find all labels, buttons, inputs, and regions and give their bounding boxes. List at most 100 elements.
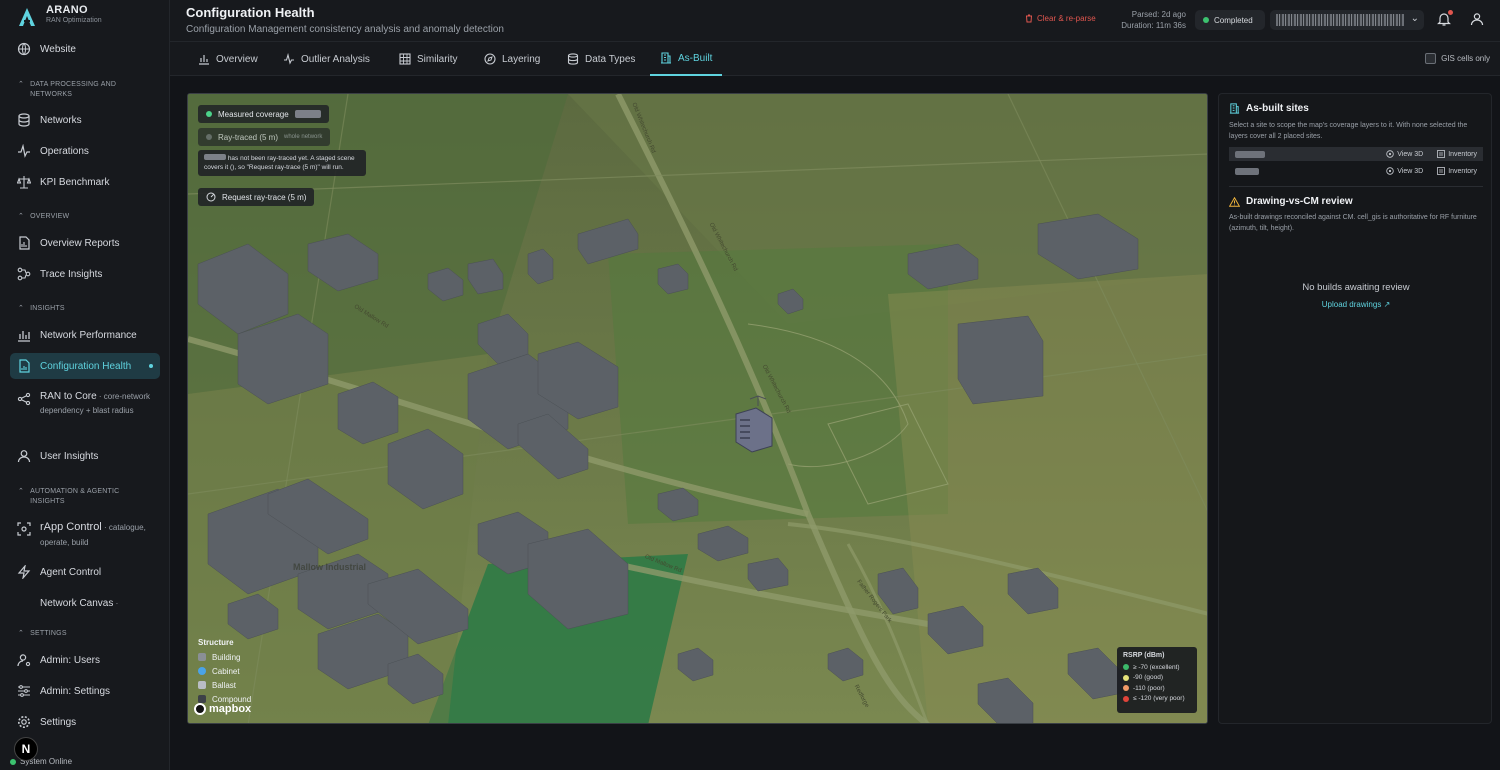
request-label: Request ray-trace (5 m) — [222, 192, 307, 202]
rsrp-title: RSRP (dBm) — [1123, 652, 1165, 659]
status-label: Completed — [1214, 15, 1253, 25]
legend-swatch — [198, 681, 206, 689]
sidebar-item-network-performance[interactable]: Network Performance — [10, 322, 160, 348]
gis-cells-only-toggle[interactable]: GIS cells only — [1425, 53, 1490, 64]
tab-layering[interactable]: Layering — [484, 42, 540, 76]
layer-ray-traced[interactable]: Ray-traced (5 m) whole network — [198, 128, 331, 146]
sidebar-item-ran-to-core[interactable]: RAN to Core · core-network dependency + … — [10, 390, 160, 418]
dataset-selector[interactable]: ⌄ — [1270, 10, 1424, 30]
n-badge[interactable]: N — [14, 737, 38, 761]
sidebar-item-settings[interactable]: Settings — [10, 709, 160, 735]
empty-state: No builds awaiting review — [1302, 282, 1410, 293]
legend-swatch — [198, 667, 206, 675]
sidebar-item-user-insights[interactable]: User Insights — [10, 443, 160, 469]
redacted-value — [1276, 14, 1404, 26]
sidebar-item-kpi-benchmark[interactable]: KPI Benchmark — [10, 169, 160, 195]
inventory-label: Inventory — [1448, 167, 1477, 175]
tab-data-types[interactable]: Data Types — [567, 42, 635, 76]
structure-legend: Structure Building Cabinet Ballast Compo… — [198, 638, 251, 706]
note-text: has not been ray-traced yet. A staged sc… — [204, 155, 355, 171]
clear-reparse-button[interactable]: Clear & re-parse — [1025, 14, 1096, 23]
user-account-icon[interactable] — [1470, 12, 1484, 26]
brand[interactable]: ARANO RAN Optimization — [16, 4, 102, 28]
sidebar-item-hint: · — [113, 598, 119, 608]
layer-label: Measured coverage — [218, 109, 289, 119]
view-3d-button[interactable]: View 3D — [1386, 167, 1423, 175]
layer-label: Ray-traced (5 m) — [218, 132, 279, 142]
sidebar-item-label: RAN to Core — [40, 391, 97, 402]
tab-outlier-analysis[interactable]: Outlier Analysis — [283, 42, 370, 76]
grid-icon — [399, 53, 411, 65]
user-cog-icon — [17, 654, 31, 667]
sidebar-item-overview-reports[interactable]: Overview Reports — [10, 230, 160, 256]
rsrp-swatch — [1123, 685, 1129, 692]
section-data-processing[interactable]: ⌃ DATA PROCESSING AND NETWORKS — [18, 80, 130, 100]
sidebar-item-trace-insights[interactable]: Trace Insights — [10, 261, 160, 287]
eye-icon — [1386, 167, 1394, 175]
sidebar-item-configuration-health[interactable]: Configuration Health — [10, 353, 160, 379]
sidebar: ARANO RAN Optimization Website ⌃ DATA PR… — [0, 0, 170, 770]
compass-icon — [484, 53, 496, 65]
as-built-description: Select a site to scope the map's coverag… — [1229, 122, 1468, 140]
mapbox-logo[interactable]: mapbox — [194, 703, 251, 715]
inventory-label: Inventory — [1448, 150, 1477, 158]
section-overview[interactable]: ⌃ OVERVIEW — [18, 212, 69, 222]
sidebar-item-label: Overview Reports — [40, 237, 120, 249]
tab-overview[interactable]: Overview — [198, 42, 258, 76]
sidebar-item-label: Admin: Settings — [40, 685, 111, 697]
gear-icon — [18, 716, 30, 728]
section-label: AUTOMATION & AGENTIC INSIGHTS — [30, 488, 120, 505]
legend-swatch — [198, 695, 206, 703]
sidebar-item-network-canvas[interactable]: Network Canvas · — [10, 590, 160, 616]
request-ray-trace-button[interactable]: Request ray-trace (5 m) — [198, 188, 315, 206]
section-label: OVERVIEW — [30, 213, 70, 220]
view-3d-button[interactable]: View 3D — [1386, 150, 1423, 158]
rsrp-item: ≥ -70 (excellent) — [1123, 662, 1191, 673]
tab-as-built[interactable]: As-Built — [650, 42, 723, 76]
brand-name: ARANO — [46, 4, 88, 16]
layer-inactive-dot — [206, 134, 212, 140]
activity-icon — [284, 53, 294, 65]
dependency-icon — [17, 392, 31, 406]
coverage-map[interactable]: Old Whitechurch Rd Old Mallow Rd Old Whi… — [187, 93, 1208, 724]
bar-chart-icon — [18, 331, 30, 342]
inventory-button[interactable]: Inventory — [1437, 150, 1477, 158]
user-icon — [17, 450, 31, 463]
tab-similarity[interactable]: Similarity — [399, 42, 458, 76]
tab-label: Overview — [216, 53, 258, 65]
list-icon — [1437, 167, 1446, 175]
layer-active-dot — [206, 111, 212, 117]
page-subtitle: Configuration Management consistency ana… — [186, 24, 504, 35]
sidebar-item-rapp-control[interactable]: rApp Control · catalogue, operate, build — [10, 520, 160, 550]
legend-swatch — [198, 653, 206, 661]
gis-checkbox[interactable] — [1425, 53, 1437, 64]
rsrp-label: -110 (poor) — [1133, 684, 1165, 692]
section-label: DATA PROCESSING AND NETWORKS — [30, 81, 117, 98]
legend-item: Ballast — [198, 678, 251, 692]
sidebar-item-admin-users[interactable]: Admin: Users — [10, 647, 160, 673]
layer-measured-coverage[interactable]: Measured coverage — [198, 105, 329, 123]
section-settings[interactable]: ⌃ SETTINGS — [18, 629, 67, 639]
site-row[interactable]: View 3D Inventory — [1229, 147, 1483, 161]
sidebar-item-label: Agent Control — [40, 566, 102, 578]
warning-icon — [1229, 196, 1240, 207]
ray-trace-note: has not been ray-traced yet. A staged sc… — [198, 150, 366, 176]
chevron-up-icon: ⌃ — [18, 81, 25, 88]
sidebar-item-networks[interactable]: Networks — [10, 107, 160, 133]
chevron-up-icon: ⌃ — [18, 630, 25, 637]
site-row[interactable]: View 3D Inventory — [1229, 164, 1483, 178]
sidebar-item-agent-control[interactable]: Agent Control — [10, 559, 160, 585]
active-indicator — [149, 364, 153, 368]
status-dot — [1203, 17, 1209, 23]
upload-drawings-link[interactable]: Upload drawings ↗ — [1219, 300, 1493, 309]
tab-label: Similarity — [417, 53, 458, 65]
legend-label: Cabinet — [212, 666, 240, 676]
database-icon — [567, 53, 579, 65]
inventory-button[interactable]: Inventory — [1437, 167, 1477, 175]
sidebar-item-label: Configuration Health — [40, 360, 132, 372]
sidebar-item-admin-settings[interactable]: Admin: Settings — [10, 678, 160, 704]
section-insights[interactable]: ⌃ INSIGHTS — [18, 304, 65, 314]
sidebar-item-website[interactable]: Website — [10, 36, 160, 62]
sidebar-item-operations[interactable]: Operations — [10, 138, 160, 164]
section-automation[interactable]: ⌃ AUTOMATION & AGENTIC INSIGHTS — [18, 487, 130, 507]
